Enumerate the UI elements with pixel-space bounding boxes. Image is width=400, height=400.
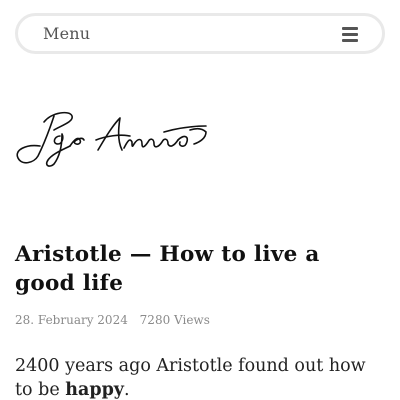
view-count: 7280 Views [139,313,210,327]
menu-bar[interactable]: Menu [15,13,385,54]
signature-logo[interactable] [14,100,210,172]
hamburger-icon[interactable] [342,27,358,42]
article-intro: 2400 years ago Aristotle found out how t… [15,354,385,400]
intro-emphasis: happy [65,380,124,400]
article-meta: 28. February 2024 7280 Views [15,313,210,327]
publish-date: 28. February 2024 [15,313,128,327]
intro-end: . [123,380,130,400]
article-title[interactable]: Aristotle — How to live a good life [15,240,385,298]
menu-label: Menu [43,24,91,43]
